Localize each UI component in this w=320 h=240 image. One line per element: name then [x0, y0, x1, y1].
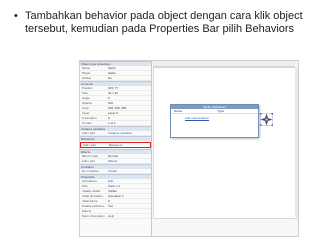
- property-value: 100: [108, 101, 114, 105]
- property-key: Effects: [82, 209, 92, 213]
- property-key: Initial animation: [82, 194, 103, 198]
- bullet-marker: •: [14, 10, 18, 22]
- slide-bullet-text: • Tambahkan behavior pada object dengan …: [14, 10, 314, 36]
- property-value: 255, 255, 255: [108, 106, 127, 110]
- property-key: Add / edit: [82, 159, 95, 163]
- property-link[interactable]: Edit: [108, 179, 151, 183]
- property-key: More information: [82, 214, 105, 218]
- property-link[interactable]: Behaviors: [109, 143, 150, 147]
- property-link[interactable]: Create: [108, 169, 151, 173]
- property-value: Sprite: [108, 66, 116, 70]
- editor-screenshot: Object type properties Name Sprite Plugin Sp…: [79, 60, 299, 237]
- property-key: Color: [82, 106, 90, 110]
- add-behavior-link[interactable]: Add new behavior: [185, 116, 258, 120]
- shuriken-sprite-icon[interactable]: [260, 113, 273, 126]
- property-link[interactable]: Effects: [108, 159, 151, 163]
- behaviors-row-highlighted: Add / edit Behaviors: [80, 142, 151, 148]
- property-key: Animations: [82, 179, 97, 183]
- property-value: 0: [108, 199, 110, 203]
- dialog-column-headers: Name Type: [171, 109, 258, 114]
- property-key: Position: [82, 86, 93, 90]
- properties-bar[interactable]: Object type properties Name Sprite Plugin Sp…: [80, 61, 152, 236]
- property-key: Angle: [82, 96, 90, 100]
- column-name: Name: [174, 109, 183, 113]
- property-row: More information Help: [80, 214, 151, 219]
- property-value: 0: [108, 116, 110, 120]
- property-key: Size: [82, 91, 88, 95]
- property-key: Initially visible: [82, 189, 101, 193]
- properties-section-header[interactable]: Behaviors: [80, 136, 151, 141]
- property-key: Opacity: [82, 101, 93, 105]
- property-value: 183, 77: [108, 86, 119, 90]
- property-value: 0: [108, 96, 110, 100]
- property-value: Animation 1: [108, 194, 124, 198]
- property-key: Z elevation: [82, 116, 97, 120]
- property-value: Normal: [108, 154, 118, 158]
- property-link[interactable]: Help: [108, 214, 151, 218]
- property-value: No: [108, 76, 112, 80]
- property-link[interactable]: Instance variables: [108, 131, 151, 135]
- property-key: Z order: [82, 121, 92, 125]
- property-key: Size: [82, 184, 88, 188]
- vertical-scrollbar[interactable]: [295, 67, 298, 217]
- property-value: Visible: [108, 189, 117, 193]
- property-key: Global: [82, 76, 91, 80]
- property-key: No container: [82, 169, 100, 173]
- property-value: Yes: [108, 204, 113, 208]
- property-value: [108, 209, 151, 213]
- property-key: Add / edit: [83, 143, 96, 147]
- property-key: Initial frame: [82, 199, 98, 203]
- property-key: Enable collisions: [82, 204, 105, 208]
- property-key: Blend mode: [82, 154, 99, 158]
- property-value: Sprite: [108, 71, 116, 75]
- property-value: 32 x 32: [108, 91, 118, 95]
- instruction-text: Tambahkan behavior pada object dengan ca…: [25, 10, 303, 35]
- property-key: Name: [82, 66, 91, 70]
- property-value: Layer 0: [108, 111, 119, 115]
- property-value: 1 of 1: [108, 121, 116, 125]
- property-key: Plugin: [82, 71, 91, 75]
- column-type: Type: [217, 109, 225, 113]
- layout-canvas[interactable]: [153, 67, 297, 219]
- property-key: Layer: [82, 111, 90, 115]
- behaviors-dialog: Sprite: Behaviors Name Type Add new beha…: [170, 104, 259, 138]
- property-key: Add / edit: [82, 131, 95, 135]
- property-link[interactable]: Make 1:1: [108, 184, 151, 188]
